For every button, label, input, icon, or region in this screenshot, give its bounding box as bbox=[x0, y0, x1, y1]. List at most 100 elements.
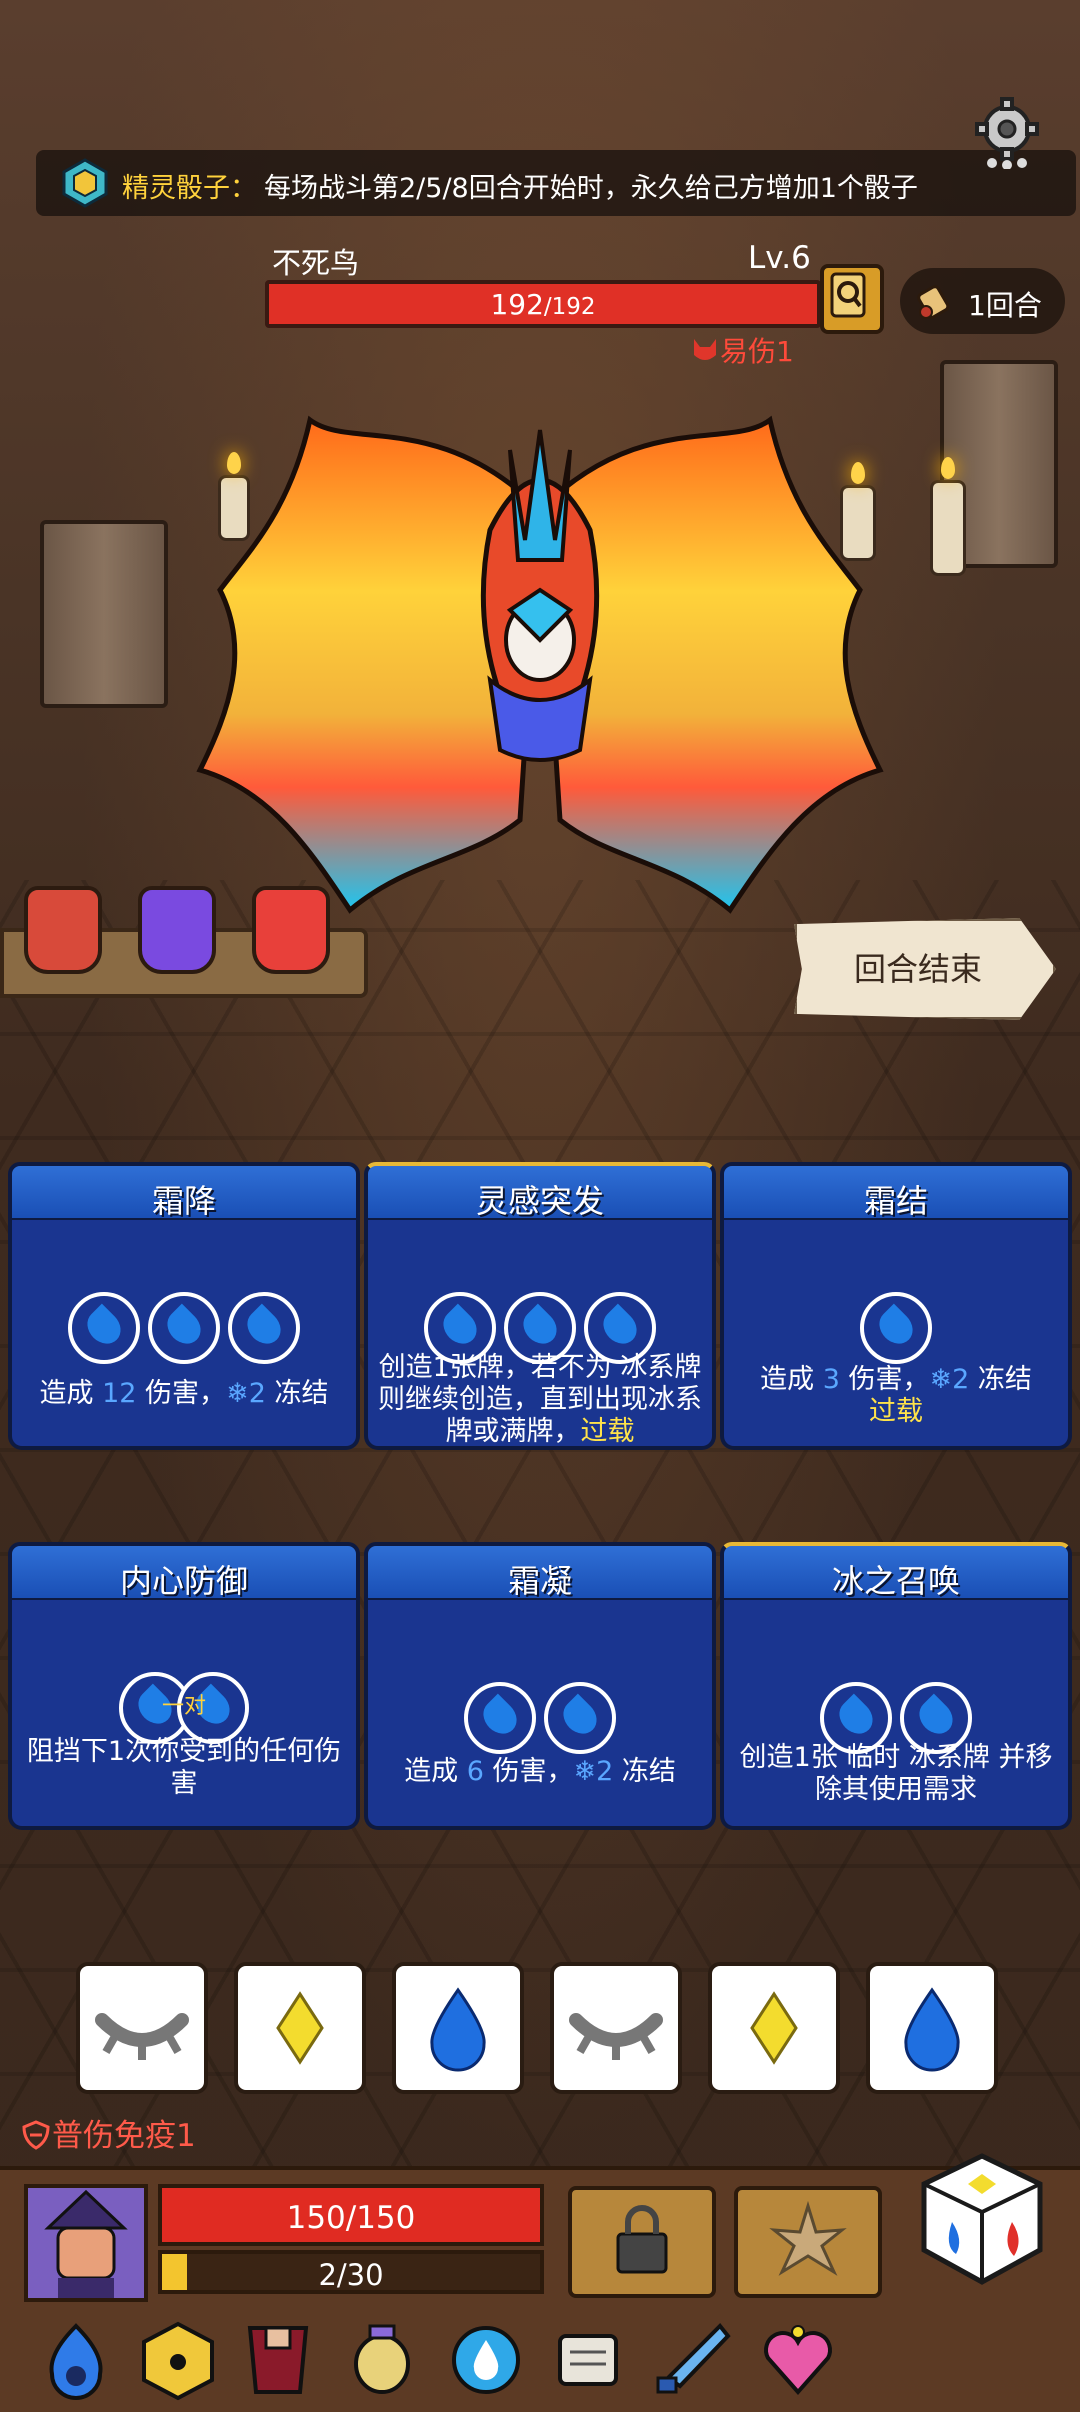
player-hp-bar: 150/150 bbox=[158, 2184, 544, 2246]
overload-keyword: 过载 bbox=[869, 1396, 923, 1427]
diamond-icon bbox=[750, 1991, 798, 2065]
card-title: 霜降 bbox=[151, 1182, 216, 1220]
burst-skill-button[interactable] bbox=[734, 2186, 882, 2298]
water-drop-slot bbox=[544, 1682, 616, 1754]
desc-text: 冻结 bbox=[969, 1364, 1032, 1395]
enemy-name: 不死鸟 bbox=[272, 246, 360, 280]
card-description: 阻挡下1次你受到的任何伤害 bbox=[26, 1736, 342, 1799]
card-cost bbox=[12, 1292, 356, 1368]
water-drop-icon bbox=[430, 1987, 486, 2072]
desc-text: 伤害， bbox=[136, 1378, 227, 1409]
water-drop-slot bbox=[228, 1292, 300, 1364]
golden-die-relic-icon[interactable] bbox=[136, 2318, 220, 2402]
card-title: 霜结 bbox=[863, 1182, 928, 1220]
enemy-hp-current: 192 bbox=[490, 288, 544, 321]
card-title: 霜凝 bbox=[507, 1562, 572, 1600]
diamond-icon bbox=[276, 1991, 324, 2065]
passive-skill-bar: 精灵骰子： 每场战斗第2/5/8回合开始时，永久给己方增加1个骰子 bbox=[36, 150, 1076, 216]
card-description: 造成 3 伤害，❄2 冻结 过载 bbox=[734, 1364, 1058, 1428]
freeze-value: 2 bbox=[248, 1378, 266, 1409]
end-turn-label: 回合结束 bbox=[854, 950, 983, 988]
die-eye-closed[interactable] bbox=[76, 1962, 208, 2094]
card-ice-summon[interactable]: 冰之召唤 创造1张 临时 冰系牌 并移除其使用需求 bbox=[720, 1542, 1072, 1842]
burst-icon bbox=[769, 2200, 847, 2276]
water-drop-icon bbox=[904, 1987, 960, 2072]
avatar[interactable] bbox=[24, 2184, 148, 2302]
wizard-portrait-icon bbox=[28, 2188, 144, 2298]
desc-text: 造成 bbox=[404, 1756, 467, 1787]
demon-icon bbox=[694, 339, 716, 360]
player-hp-text: 150/150 bbox=[286, 2200, 416, 2236]
red-potion[interactable] bbox=[24, 886, 102, 974]
water-drop-slot bbox=[860, 1292, 932, 1364]
candle bbox=[930, 457, 966, 576]
damage-value: 12 bbox=[102, 1378, 137, 1409]
heart-amulet-relic-icon[interactable] bbox=[756, 2318, 840, 2402]
player-status-immunity: 普伤免疫1 bbox=[20, 2110, 196, 2155]
blue-flame-relic-icon[interactable] bbox=[34, 2318, 118, 2402]
lantern-relic-icon[interactable] bbox=[340, 2318, 424, 2402]
card-description: 创造1张牌，若不为 冰系牌则继续创造，直到出现冰系牌或满牌，过载 bbox=[378, 1352, 702, 1448]
red-armor-relic-icon[interactable] bbox=[236, 2318, 320, 2402]
purple-potion[interactable] bbox=[138, 886, 216, 974]
freeze-value: 2 bbox=[952, 1364, 970, 1395]
water-drop-slot bbox=[148, 1292, 220, 1364]
die-eye-closed[interactable] bbox=[550, 1962, 682, 2094]
scroll-icon bbox=[917, 285, 950, 319]
player-xp-bar: 2/30 bbox=[158, 2250, 544, 2294]
card-title: 内心防御 bbox=[119, 1562, 248, 1600]
snowflake-icon: ❄ bbox=[573, 1756, 597, 1787]
damage-value: 3 bbox=[822, 1364, 840, 1395]
water-drop-slot bbox=[464, 1682, 536, 1754]
closed-eye-icon bbox=[569, 2013, 663, 2060]
enemy-level: Lv.6 bbox=[748, 240, 811, 276]
player-xp-text: 2/30 bbox=[318, 2258, 384, 2292]
die-water-drop[interactable] bbox=[866, 1962, 998, 2094]
desc-text: 冻结 bbox=[613, 1756, 676, 1787]
enemy-info-button[interactable] bbox=[820, 264, 884, 334]
water-drop-slot bbox=[68, 1292, 140, 1364]
card-title: 灵感突发 bbox=[475, 1182, 604, 1220]
magnifier-book-icon bbox=[830, 272, 866, 318]
card-frostfall[interactable]: 霜降 造成 12 伤害，❄2 冻结 bbox=[8, 1162, 360, 1462]
card-frost-condense[interactable]: 霜凝 造成 6 伤害，❄2 冻结 bbox=[364, 1542, 716, 1842]
overload-keyword: 过载 bbox=[580, 1416, 635, 1447]
freeze-value: 2 bbox=[596, 1756, 614, 1787]
passive-skill-description: 每场战斗第2/5/8回合开始时，永久给己方增加1个骰子 bbox=[264, 173, 918, 204]
die-diamond[interactable] bbox=[234, 1962, 366, 2094]
damage-value: 6 bbox=[466, 1756, 484, 1787]
card-description: 造成 12 伤害，❄2 冻结 bbox=[22, 1378, 346, 1410]
spirit-dice-icon bbox=[62, 158, 108, 208]
pair-requirement: 一对 bbox=[161, 1694, 206, 1719]
desc-text: 造成 bbox=[760, 1364, 823, 1395]
snowflake-icon: ❄ bbox=[226, 1378, 249, 1409]
gear-icon[interactable] bbox=[970, 95, 1044, 169]
passive-skill-name: 精灵骰子： bbox=[122, 173, 257, 204]
desc-text: 冻结 bbox=[265, 1378, 329, 1409]
shield-icon bbox=[22, 2120, 50, 2150]
water-orb-relic-icon[interactable] bbox=[444, 2318, 528, 2402]
card-inner-defense[interactable]: 内心防御 一对 阻挡下1次你受到的任何伤害 bbox=[8, 1542, 360, 1842]
enemy-hp-bar: 192/192 bbox=[265, 280, 821, 328]
turn-label: 1回合 bbox=[968, 289, 1042, 322]
enemy-hp-max: /192 bbox=[543, 294, 596, 320]
card-inspiration-burst[interactable]: 灵感突发 创造1张牌，若不为 冰系牌则继续创造，直到出现冰系牌或满牌，过载 bbox=[364, 1162, 716, 1462]
snowflake-icon: ❄ bbox=[929, 1364, 953, 1395]
die-water-drop[interactable] bbox=[392, 1962, 524, 2094]
card-description: 造成 6 伤害，❄2 冻结 bbox=[378, 1756, 702, 1788]
locked-skill-button[interactable] bbox=[568, 2186, 716, 2298]
enemy-status-label: 易伤1 bbox=[720, 335, 794, 368]
ice-dagger-relic-icon[interactable] bbox=[650, 2318, 734, 2402]
card-frost-knot[interactable]: 霜结 造成 3 伤害，❄2 冻结 过载 bbox=[720, 1162, 1072, 1462]
desc-text: 伤害， bbox=[483, 1756, 574, 1787]
card-cost bbox=[368, 1682, 712, 1758]
card-title: 冰之召唤 bbox=[831, 1562, 960, 1600]
enemy-status-vulnerable: 易伤1 bbox=[690, 330, 794, 370]
scroll-relic-icon[interactable] bbox=[546, 2318, 630, 2402]
roll-dice-button[interactable] bbox=[916, 2150, 1048, 2290]
red-potion[interactable] bbox=[252, 886, 330, 974]
card-description: 创造1张 临时 冰系牌 并移除其使用需求 bbox=[739, 1742, 1053, 1805]
phoenix-enemy[interactable] bbox=[190, 390, 890, 950]
immunity-label: 普伤免疫1 bbox=[52, 2118, 196, 2154]
die-diamond[interactable] bbox=[708, 1962, 840, 2094]
